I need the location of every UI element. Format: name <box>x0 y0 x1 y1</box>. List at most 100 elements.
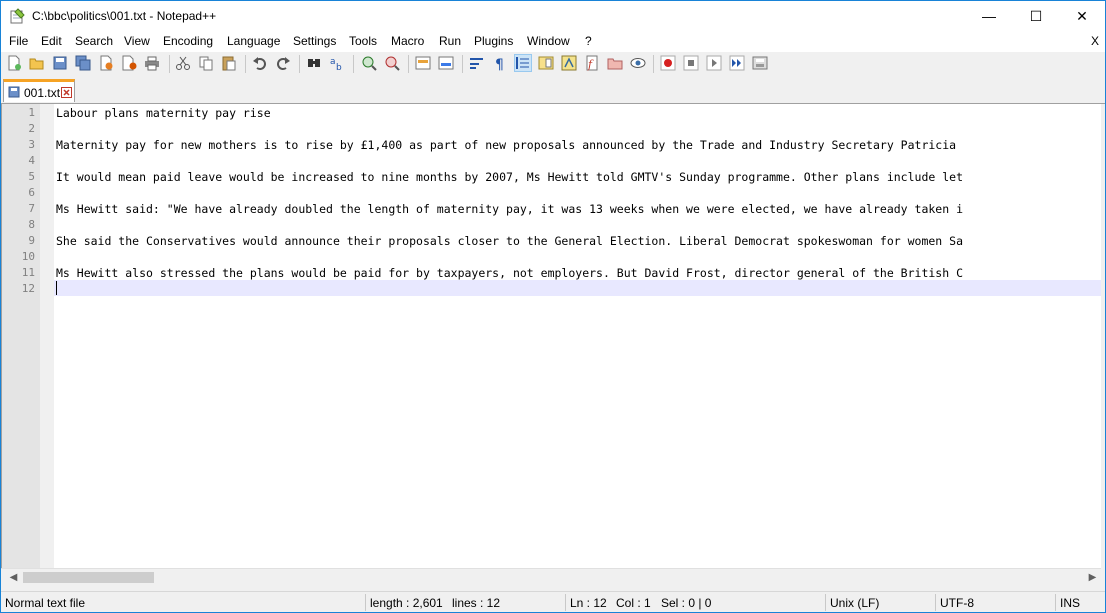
scroll-right-icon[interactable]: ▶ <box>1084 569 1101 586</box>
function-list-icon[interactable] <box>561 55 577 71</box>
zoom-in-icon[interactable] <box>361 55 377 71</box>
text-line[interactable]: Ms Hewitt also stressed the plans would … <box>56 265 963 281</box>
save-all-icon[interactable] <box>75 55 91 71</box>
menu-macro[interactable]: Macro <box>391 34 424 48</box>
sync-horizontal-icon[interactable] <box>438 55 454 71</box>
menu-settings[interactable]: Settings <box>293 34 336 48</box>
line-number: 4 <box>28 154 35 167</box>
toolbar-separator <box>653 55 654 73</box>
text-line[interactable]: Labour plans maternity pay rise <box>56 105 271 121</box>
redo-icon[interactable] <box>275 55 291 71</box>
status-lines: lines : 12 <box>452 596 501 610</box>
copy-icon[interactable] <box>198 55 214 71</box>
line-number: 5 <box>28 170 35 183</box>
status-encoding[interactable]: UTF-8 <box>940 596 974 610</box>
title-bar[interactable]: C:\bbc\politics\001.txt - Notepad++ — ☐ … <box>1 1 1105 32</box>
line-number: 9 <box>28 234 35 247</box>
menu-run[interactable]: Run <box>439 34 461 48</box>
status-bar: Normal text file length : 2,601 lines : … <box>1 591 1105 612</box>
menu-encoding[interactable]: Encoding <box>163 34 213 48</box>
replace-icon[interactable]: ab <box>329 55 345 71</box>
window-title: C:\bbc\politics\001.txt - Notepad++ <box>32 9 217 23</box>
status-eol[interactable]: Unix (LF) <box>830 596 879 610</box>
maximize-icon: ☐ <box>1029 7 1043 24</box>
document-list-icon[interactable]: f <box>584 55 600 71</box>
line-number: 6 <box>28 186 35 199</box>
doc-map-icon[interactable] <box>538 55 554 71</box>
play-macro-icon[interactable] <box>706 55 722 71</box>
text-line[interactable]: Ms Hewitt said: "We have already doubled… <box>56 201 963 217</box>
tab-label: 001.txt <box>24 86 61 100</box>
line-number: 10 <box>21 250 35 263</box>
sync-vertical-icon[interactable] <box>415 55 431 71</box>
menu-language[interactable]: Language <box>227 34 280 48</box>
status-insert-mode[interactable]: INS <box>1060 596 1080 610</box>
menu-edit[interactable]: Edit <box>41 34 62 48</box>
menu-window[interactable]: Window <box>527 34 570 48</box>
tab-bar: 001.txt <box>1 76 1105 104</box>
new-file-icon[interactable] <box>6 55 22 71</box>
maximize-button[interactable]: ☐ <box>1013 1 1059 31</box>
editor-right-edge <box>1101 104 1105 585</box>
save-icon[interactable] <box>52 55 68 71</box>
record-macro-icon[interactable] <box>660 55 676 71</box>
toolbar-separator <box>353 55 354 73</box>
close-all-icon[interactable] <box>121 55 137 71</box>
find-icon[interactable] <box>306 55 322 71</box>
folder-as-workspace-icon[interactable] <box>607 55 623 71</box>
print-icon[interactable] <box>144 55 160 71</box>
scroll-left-icon[interactable]: ◀ <box>5 569 22 586</box>
toolbar-separator <box>299 55 300 73</box>
text-line[interactable]: She said the Conservatives would announc… <box>56 233 963 249</box>
tab-close-icon[interactable] <box>61 87 72 98</box>
zoom-out-icon[interactable] <box>384 55 400 71</box>
horizontal-scroll-thumb[interactable] <box>23 572 154 583</box>
close-document-button[interactable]: X <box>1091 34 1099 48</box>
indent-guide-icon[interactable] <box>514 54 532 72</box>
show-all-chars-icon[interactable]: ¶ <box>492 55 508 71</box>
run-macro-multiple-icon[interactable] <box>729 55 745 71</box>
menu-tools[interactable]: Tools <box>349 34 377 48</box>
fold-margin[interactable] <box>40 104 54 568</box>
open-file-icon[interactable] <box>29 55 45 71</box>
close-icon[interactable] <box>98 55 114 71</box>
toolbar-separator <box>245 55 246 73</box>
line-number: 2 <box>28 122 35 135</box>
undo-icon[interactable] <box>252 55 268 71</box>
text-editor[interactable]: 1 2 3 4 5 6 7 8 9 10 11 12 Labour plans … <box>1 104 1102 568</box>
menu-search[interactable]: Search <box>75 34 113 48</box>
notepadpp-logo-icon <box>10 8 25 24</box>
line-number: 11 <box>21 266 35 279</box>
menu-view[interactable]: View <box>124 34 150 48</box>
close-window-icon: ✕ <box>1076 7 1088 24</box>
horizontal-scrollbar[interactable]: ◀ ▶ <box>1 568 1101 586</box>
text-caret <box>56 281 57 295</box>
svg-text:¶: ¶ <box>495 57 504 71</box>
save-macro-icon[interactable] <box>752 55 768 71</box>
status-separator <box>565 594 566 611</box>
paste-icon[interactable] <box>221 55 237 71</box>
toolbar-separator <box>462 55 463 73</box>
status-file-type: Normal text file <box>5 596 86 610</box>
word-wrap-icon[interactable] <box>469 55 485 71</box>
menu-bar: File Edit Search View Encoding Language … <box>1 32 1105 52</box>
minimize-icon: — <box>982 8 996 24</box>
close-window-button[interactable]: ✕ <box>1059 1 1105 31</box>
toolbar-separator <box>169 55 170 73</box>
cut-icon[interactable] <box>175 55 191 71</box>
monitoring-icon[interactable] <box>630 55 646 71</box>
status-separator <box>825 594 826 611</box>
stop-macro-icon[interactable] <box>683 55 699 71</box>
status-separator <box>365 594 366 611</box>
text-line[interactable]: It would mean paid leave would be increa… <box>56 169 963 185</box>
menu-file[interactable]: File <box>9 34 28 48</box>
minimize-button[interactable]: — <box>966 1 1012 31</box>
menu-plugins[interactable]: Plugins <box>474 34 513 48</box>
menu-help[interactable]: ? <box>585 34 592 48</box>
toolbar: ab ¶ f <box>1 52 1105 76</box>
text-line[interactable]: Maternity pay for new mothers is to rise… <box>56 137 963 153</box>
tab-001-txt[interactable]: 001.txt <box>3 79 75 102</box>
toolbar-separator <box>408 55 409 73</box>
status-col: Col : 1 <box>616 596 651 610</box>
saved-file-icon <box>8 86 20 98</box>
